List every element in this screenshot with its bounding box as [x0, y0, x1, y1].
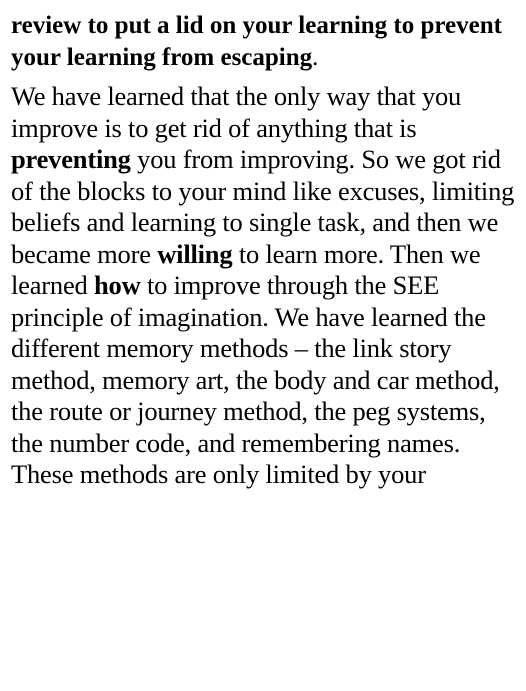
emphasis-preventing: preventing: [11, 144, 131, 174]
main-paragraph: We have learned that the only way that y…: [11, 81, 521, 491]
intro-tail: .: [312, 44, 319, 71]
paragraph-segment-4: to improve through the SEE principle of …: [11, 270, 500, 489]
paragraph-segment-1: We have learned that the only way that y…: [11, 81, 462, 143]
intro-bold-text: review to put a lid on your learning to …: [11, 12, 502, 71]
intro-line: review to put a lid on your learning to …: [11, 10, 521, 74]
emphasis-how: how: [94, 270, 141, 300]
document-body: review to put a lid on your learning to …: [11, 10, 521, 491]
emphasis-willing: willing: [157, 238, 233, 269]
document-page: { "intro": { "bold_text": "review to put…: [0, 0, 526, 691]
